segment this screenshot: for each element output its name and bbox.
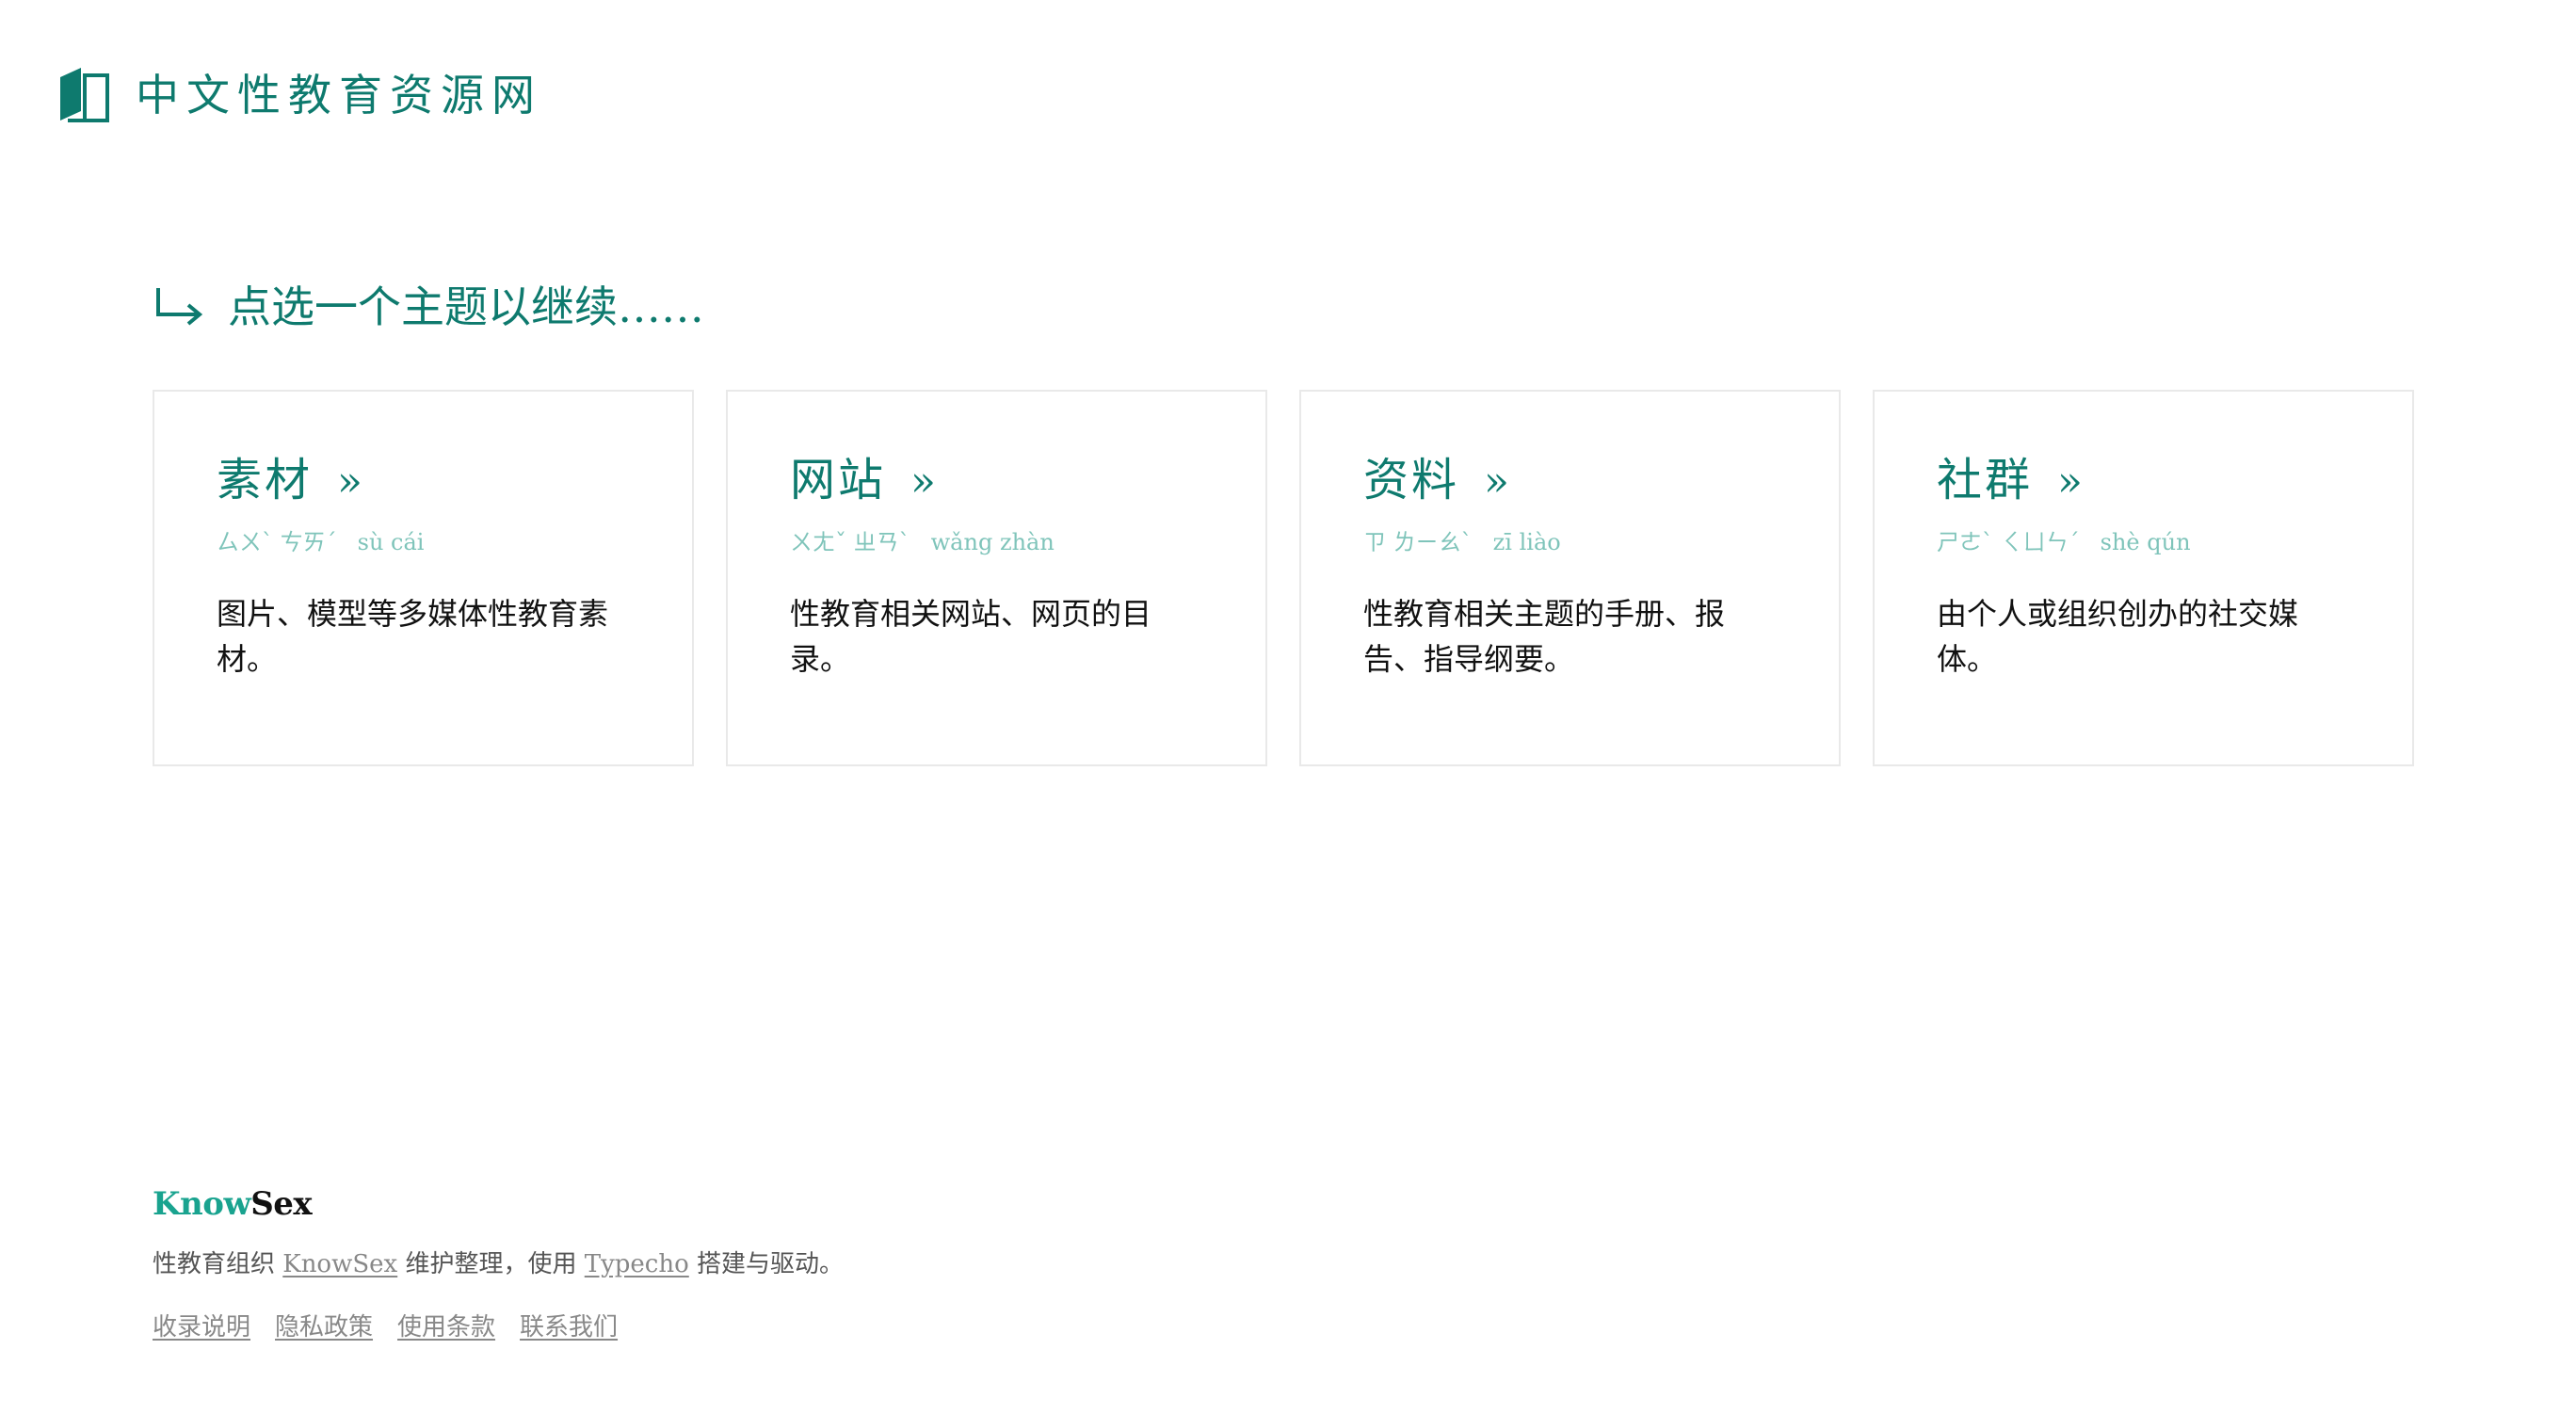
zhuyin: ㄕㄜˋ ㄑㄩㄣˊ bbox=[1937, 529, 2080, 555]
footer-brand: KnowSex bbox=[153, 1188, 844, 1220]
card-title: 资料 » bbox=[1363, 458, 1782, 503]
card-description: 性教育相关网站、网页的目录。 bbox=[790, 596, 1152, 677]
return-arrow-icon bbox=[156, 288, 203, 326]
pinyin: zī liào bbox=[1492, 529, 1561, 555]
zhuyin: ㄙㄨˋ ㄘㄞˊ bbox=[217, 529, 337, 555]
chevron-right-icon: » bbox=[337, 458, 362, 506]
site-title: 中文性教育资源网 bbox=[136, 70, 542, 121]
card-title-text: 资料 bbox=[1363, 454, 1460, 506]
zhuyin: ㄨㄤˇ ㄓㄢˋ bbox=[790, 529, 910, 555]
footer-links: 收录说明 隐私政策 使用条款 联系我们 bbox=[153, 1308, 844, 1342]
footer-link-privacy[interactable]: 隐私政策 bbox=[275, 1308, 373, 1342]
topic-card-documents[interactable]: 资料 » ㄗ ㄌㄧㄠˋ zī liào 性教育相关主题的手册、报告、指导纲要。 bbox=[1299, 390, 1841, 766]
card-title: 素材 » bbox=[217, 458, 636, 503]
chevron-right-icon: » bbox=[2057, 458, 2083, 506]
site-footer: KnowSex 性教育组织 KnowSex 维护整理，使用 Typecho 搭建… bbox=[153, 1188, 844, 1342]
card-description: 图片、模型等多媒体性教育素材。 bbox=[217, 596, 609, 677]
footer-link-inclusion[interactable]: 收录说明 bbox=[153, 1308, 250, 1342]
zhuyin: ㄗ ㄌㄧㄠˋ bbox=[1363, 529, 1473, 555]
card-pronunciation: ㄙㄨˋ ㄘㄞˊ sù cái bbox=[217, 531, 636, 554]
pinyin: wǎng zhàn bbox=[930, 529, 1055, 555]
footer-brand-sex: Sex bbox=[250, 1185, 313, 1223]
card-title-text: 社群 bbox=[1937, 454, 2034, 506]
card-pronunciation: ㄗ ㄌㄧㄠˋ zī liào bbox=[1363, 531, 1782, 554]
card-title-text: 素材 bbox=[217, 454, 314, 506]
footer-brand-know: Know bbox=[153, 1185, 251, 1223]
chevron-right-icon: » bbox=[1484, 458, 1509, 506]
footer-link-contact[interactable]: 联系我们 bbox=[520, 1308, 618, 1342]
pinyin: sù cái bbox=[357, 529, 425, 555]
topic-card-materials[interactable]: 素材 » ㄙㄨˋ ㄘㄞˊ sù cái 图片、模型等多媒体性教育素材。 bbox=[153, 390, 694, 766]
card-title: 社群 » bbox=[1937, 458, 2356, 503]
prompt-text: 点选一个主题以继续…… bbox=[228, 281, 704, 332]
knowsex-link[interactable]: KnowSex bbox=[282, 1250, 397, 1278]
topic-card-websites[interactable]: 网站 » ㄨㄤˇ ㄓㄢˋ wǎng zhàn 性教育相关网站、网页的目录。 bbox=[726, 390, 1267, 766]
typecho-link[interactable]: Typecho bbox=[585, 1250, 689, 1278]
footer-link-terms[interactable]: 使用条款 bbox=[397, 1308, 495, 1342]
topic-cards: 素材 » ㄙㄨˋ ㄘㄞˊ sù cái 图片、模型等多媒体性教育素材。 网站 »… bbox=[153, 390, 2418, 766]
footer-credit: 性教育组织 KnowSex 维护整理，使用 Typecho 搭建与驱动。 bbox=[153, 1250, 844, 1279]
card-title-text: 网站 bbox=[790, 454, 887, 506]
site-brand-link[interactable]: 中文性教育资源网 bbox=[58, 66, 542, 124]
chevron-right-icon: » bbox=[910, 458, 936, 506]
pinyin: shè qún bbox=[2100, 529, 2191, 555]
card-pronunciation: ㄨㄤˇ ㄓㄢˋ wǎng zhàn bbox=[790, 531, 1209, 554]
card-title: 网站 » bbox=[790, 458, 1209, 503]
credit-suffix: 搭建与驱动。 bbox=[688, 1250, 845, 1278]
card-pronunciation: ㄕㄜˋ ㄑㄩㄣˊ shè qún bbox=[1937, 531, 2356, 554]
topic-prompt: 点选一个主题以继续…… bbox=[153, 284, 704, 329]
credit-prefix: 性教育组织 bbox=[153, 1250, 283, 1278]
topic-card-communities[interactable]: 社群 » ㄕㄜˋ ㄑㄩㄣˊ shè qún 由个人或组织创办的社交媒体。 bbox=[1873, 390, 2414, 766]
card-description: 性教育相关主题的手册、报告、指导纲要。 bbox=[1363, 596, 1726, 677]
credit-middle: 维护整理，使用 bbox=[397, 1250, 585, 1278]
card-description: 由个人或组织创办的社交媒体。 bbox=[1937, 596, 2299, 677]
open-book-icon bbox=[60, 68, 109, 122]
